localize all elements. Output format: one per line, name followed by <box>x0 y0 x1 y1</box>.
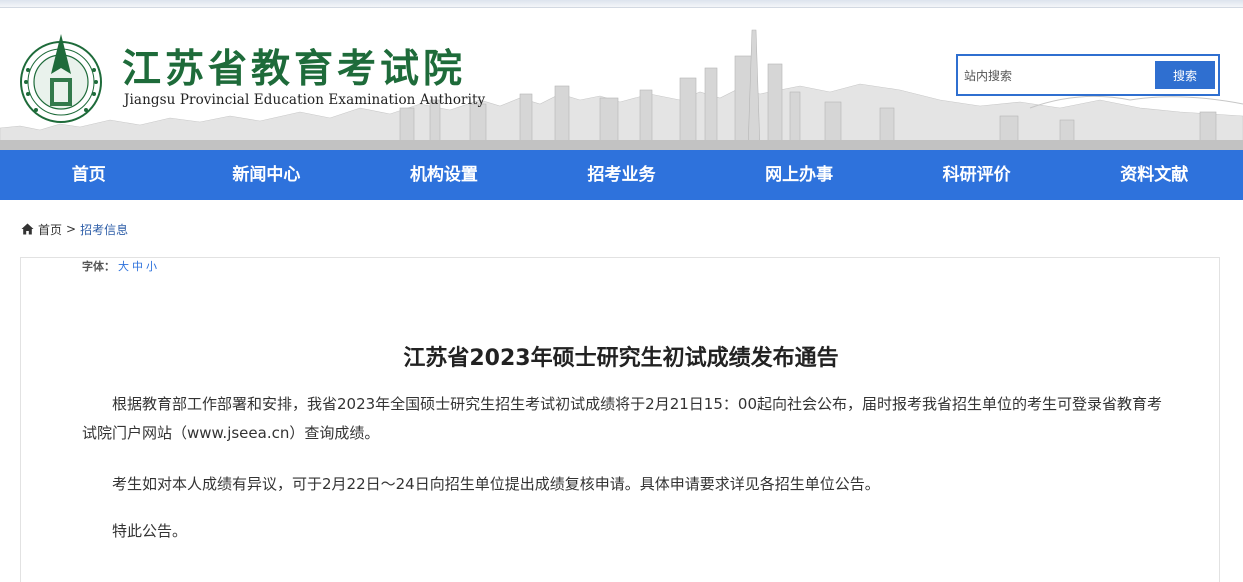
font-size-large[interactable]: 大 <box>118 260 129 273</box>
article-container: 字体：大中小 江苏省2023年硕士研究生初试成绩发布通告 根据教育部工作部署和安… <box>20 257 1220 582</box>
site-title-english: Jiangsu Provincial Education Examination… <box>124 92 486 108</box>
nav-item-research[interactable]: 科研评价 <box>888 150 1066 200</box>
font-size-medium[interactable]: 中 <box>132 260 143 273</box>
breadcrumb-separator: > <box>66 222 77 236</box>
browser-top-strip <box>0 0 1243 8</box>
nav-item-admissions[interactable]: 招考业务 <box>533 150 711 200</box>
home-icon <box>21 223 34 235</box>
font-size-selector: 字体：大中小 <box>82 258 157 274</box>
article-paragraph-2: 考生如对本人成绩有异议，可于2月22日～24日向招生单位提出成绩复核申请。具体申… <box>112 475 880 493</box>
font-size-label: 字体： <box>82 260 115 273</box>
nav-item-news[interactable]: 新闻中心 <box>178 150 356 200</box>
nav-item-documents[interactable]: 资料文献 <box>1065 150 1243 200</box>
search-box: 搜索 <box>956 54 1220 96</box>
font-size-small[interactable]: 小 <box>146 260 157 273</box>
site-header: 江苏省教育考试院 Jiangsu Provincial Education Ex… <box>0 8 1243 150</box>
nav-item-online-services[interactable]: 网上办事 <box>710 150 888 200</box>
main-nav: 首页 新闻中心 机构设置 招考业务 网上办事 科研评价 资料文献 <box>0 150 1243 200</box>
nav-item-organization[interactable]: 机构设置 <box>355 150 533 200</box>
nav-item-home[interactable]: 首页 <box>0 150 178 200</box>
article-title: 江苏省2023年硕士研究生初试成绩发布通告 <box>403 346 839 371</box>
breadcrumb-home-link[interactable]: 首页 <box>38 221 62 238</box>
search-input[interactable] <box>964 63 1150 89</box>
site-title-chinese: 江苏省教育考试院 <box>122 46 467 92</box>
breadcrumb-current-link[interactable]: 招考信息 <box>80 221 128 238</box>
article-paragraph-3: 特此公告。 <box>112 522 188 540</box>
search-button[interactable]: 搜索 <box>1155 61 1215 89</box>
article-paragraph-1: 根据教育部工作部署和安排，我省2023年全国硕士研究生招生考试初试成绩将于2月2… <box>82 395 1162 442</box>
breadcrumb: 首页 > 招考信息 <box>21 221 128 237</box>
emblem-icon <box>20 34 102 123</box>
